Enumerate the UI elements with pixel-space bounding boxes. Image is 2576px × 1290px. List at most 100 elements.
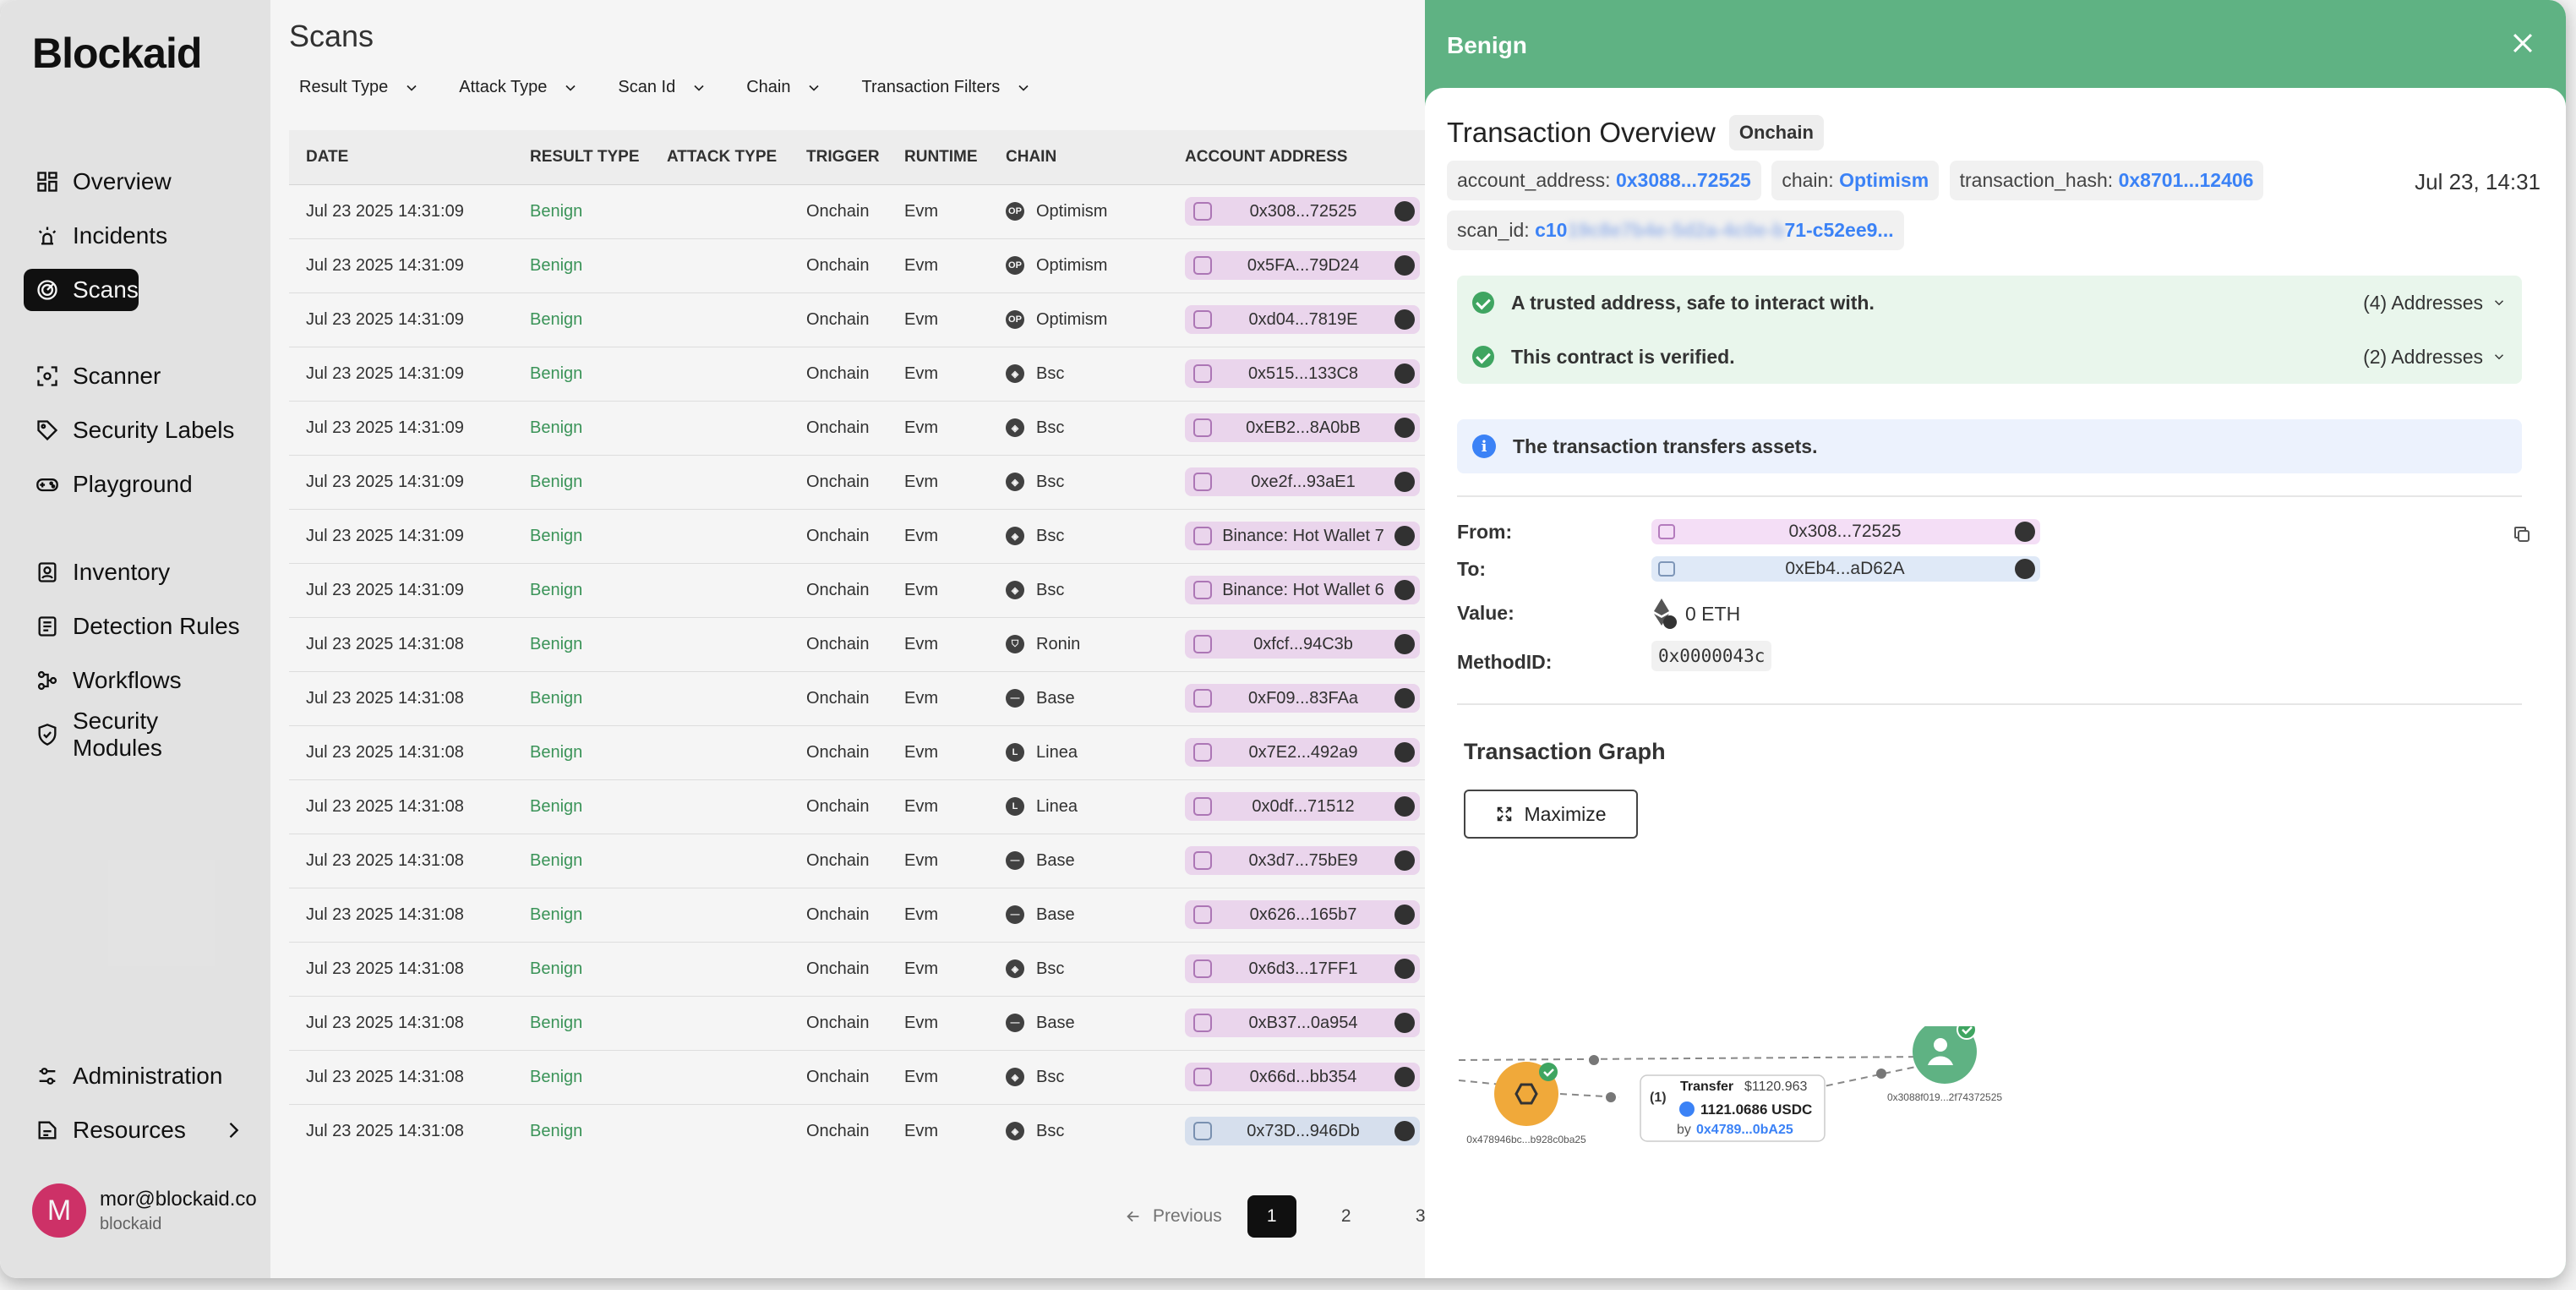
brand-logo[interactable]: Blockaid xyxy=(32,29,202,78)
user-profile[interactable]: M mor@blockaid.co blockaid xyxy=(32,1183,257,1238)
edge-dot xyxy=(1876,1069,1886,1079)
runtime-cell: Evm xyxy=(887,617,989,672)
address-pill[interactable]: 0xF09...83FAa xyxy=(1185,684,1420,713)
transaction-graph[interactable]: 0x478946bc...b928c0ba25 (1) Transfer $11… xyxy=(1459,1026,2101,1278)
nav-item-overview[interactable]: Overview xyxy=(24,161,257,203)
to-address-pill[interactable]: 0xEb4...aD62A xyxy=(1651,556,2040,582)
optimism-chain-icon xyxy=(2014,559,2035,579)
maximize-button[interactable]: Maximize xyxy=(1464,790,1638,839)
target-node[interactable]: 0x3088f019...2f74372525 xyxy=(1887,1026,2002,1103)
edge-top xyxy=(1459,1056,1933,1061)
address-pill[interactable]: 0xB37...0a954 xyxy=(1185,1008,1420,1037)
nav-item-administration[interactable]: Administration xyxy=(24,1055,257,1097)
transfer-node[interactable]: (1) Transfer $1120.963 1121.0686 USDC by… xyxy=(1640,1074,1826,1142)
address-pill[interactable]: Binance: Hot Wallet 6 xyxy=(1185,576,1420,604)
filter-result-type[interactable]: Result Type xyxy=(299,78,420,97)
page-2-button[interactable]: 2 xyxy=(1322,1195,1371,1238)
address-pill[interactable]: 0x73D...946Db xyxy=(1185,1117,1420,1145)
filter-chain[interactable]: Chain xyxy=(746,78,822,97)
account-address-cell[interactable]: 0xfcf...94C3b xyxy=(1168,617,1447,672)
address-pill[interactable]: 0x626...165b7 xyxy=(1185,900,1420,929)
account-address-link[interactable]: 0x3088...72525 xyxy=(1616,169,1751,191)
transaction-hash-link[interactable]: 0x8701...12406 xyxy=(2119,169,2254,191)
column-header[interactable]: CHAIN xyxy=(989,130,1168,185)
nav-item-workflows[interactable]: Workflows xyxy=(24,659,257,702)
nav-item-scanner[interactable]: Scanner xyxy=(24,355,257,397)
transfer-usd: $1120.963 xyxy=(1744,1080,1808,1094)
from-row: From: 0x308...72525 xyxy=(1457,519,2040,544)
account-address-cell[interactable]: 0x5FA...79D24 xyxy=(1168,238,1447,293)
column-header[interactable]: ACCOUNT ADDRESS xyxy=(1168,130,1447,185)
account-address-cell[interactable]: 0x7E2...492a9 xyxy=(1168,725,1447,780)
address-text: 0x3d7...75bE9 xyxy=(1248,850,1358,870)
account-address-cell[interactable]: 0x6d3...17FF1 xyxy=(1168,942,1447,997)
address-pill[interactable]: 0x5FA...79D24 xyxy=(1185,251,1420,280)
chain-badge-icon xyxy=(1394,1013,1415,1033)
nav-item-detection-rules[interactable]: Detection Rules xyxy=(24,605,257,648)
address-pill[interactable]: 0x6d3...17FF1 xyxy=(1185,954,1420,983)
nav-item-security-labels[interactable]: Security Labels xyxy=(24,409,257,451)
addresses-dropdown[interactable]: (2) Addresses xyxy=(2363,346,2507,369)
column-header[interactable]: ATTACK TYPE xyxy=(650,130,789,185)
copy-icon[interactable] xyxy=(2512,524,2532,544)
metadata-chips: account_address: 0x3088...72525 chain: O… xyxy=(1447,161,2546,260)
account-address-cell[interactable]: Binance: Hot Wallet 7 xyxy=(1168,509,1447,564)
address-pill[interactable]: 0xfcf...94C3b xyxy=(1185,630,1420,659)
from-value[interactable]: 0x308...72525 xyxy=(1651,519,2040,544)
account-address-cell[interactable]: 0xB37...0a954 xyxy=(1168,996,1447,1051)
chain-badge-icon xyxy=(1394,905,1415,925)
account-address-cell[interactable]: 0xEB2...8A0bB xyxy=(1168,401,1447,456)
source-node[interactable]: 0x478946bc...b928c0ba25 xyxy=(1466,1062,1586,1145)
column-header[interactable]: RESULT TYPE xyxy=(513,130,650,185)
account-address-cell[interactable]: 0x308...72525 xyxy=(1168,184,1447,239)
address-pill[interactable]: Binance: Hot Wallet 7 xyxy=(1185,522,1420,550)
addresses-dropdown[interactable]: (4) Addresses xyxy=(2363,292,2507,314)
column-header[interactable]: RUNTIME xyxy=(887,130,989,185)
account-address-cell[interactable]: 0x66d...bb354 xyxy=(1168,1050,1447,1105)
nav-item-playground[interactable]: Playground xyxy=(24,463,257,506)
column-header[interactable]: TRIGGER xyxy=(789,130,887,185)
filter-attack-type[interactable]: Attack Type xyxy=(459,78,579,97)
close-icon[interactable] xyxy=(2508,29,2537,57)
verdict-text: This contract is verified. xyxy=(1511,345,1735,368)
chain-link[interactable]: Optimism xyxy=(1839,169,1929,191)
address-pill[interactable]: 0x66d...bb354 xyxy=(1185,1063,1420,1091)
nav-item-incidents[interactable]: Incidents xyxy=(24,215,257,257)
address-text: 0xe2f...93aE1 xyxy=(1251,472,1356,491)
to-value[interactable]: 0xEb4...aD62A xyxy=(1651,556,2040,582)
account-address-cell[interactable]: 0xe2f...93aE1 xyxy=(1168,455,1447,510)
address-pill[interactable]: 0x0df...71512 xyxy=(1185,792,1420,821)
filter-transaction-filters[interactable]: Transaction Filters xyxy=(861,78,1032,97)
address-pill[interactable]: 0xe2f...93aE1 xyxy=(1185,467,1420,496)
address-pill[interactable]: 0x3d7...75bE9 xyxy=(1185,846,1420,875)
column-header[interactable]: DATE xyxy=(289,130,513,185)
address-pill[interactable]: 0x7E2...492a9 xyxy=(1185,738,1420,767)
account-address-cell[interactable]: 0x515...133C8 xyxy=(1168,347,1447,402)
scan-id-link[interactable]: c1019c8e7b4e-5d2a-4c0e-b71-c52ee9... xyxy=(1535,219,1894,241)
filter-scan-id[interactable]: Scan Id xyxy=(618,78,707,97)
nav-item-resources[interactable]: Resources xyxy=(24,1109,257,1151)
by-address-link[interactable]: 0x4789...0bA25 xyxy=(1696,1123,1793,1137)
account-address-cell[interactable]: 0xd04...7819E xyxy=(1168,292,1447,347)
address-pill[interactable]: 0x515...133C8 xyxy=(1185,359,1420,388)
chain-badge-icon xyxy=(1394,959,1415,979)
account-address-cell[interactable]: 0xF09...83FAa xyxy=(1168,671,1447,726)
account-address-cell[interactable]: 0x626...165b7 xyxy=(1168,888,1447,943)
address-pill[interactable]: 0xEB2...8A0bB xyxy=(1185,413,1420,442)
address-pill[interactable]: 0x308...72525 xyxy=(1185,197,1420,226)
account-address-cell[interactable]: Binance: Hot Wallet 6 xyxy=(1168,563,1447,618)
result-type-cell: Benign xyxy=(513,779,650,834)
nav-item-security-modules[interactable]: Security Modules xyxy=(24,708,257,761)
chain-badge-icon xyxy=(1394,688,1415,708)
nav-item-scans[interactable]: Scans xyxy=(24,269,139,311)
account-address-cell[interactable]: 0x73D...946Db xyxy=(1168,1104,1447,1150)
nav-item-inventory[interactable]: Inventory xyxy=(24,551,257,593)
from-address-pill[interactable]: 0x308...72525 xyxy=(1651,519,2040,544)
account-address-cell[interactable]: 0x0df...71512 xyxy=(1168,779,1447,834)
previous-button[interactable]: Previous xyxy=(1124,1206,1222,1227)
chain-badge-icon xyxy=(1394,742,1415,763)
address-pill[interactable]: 0xd04...7819E xyxy=(1185,305,1420,334)
account-address-cell[interactable]: 0x3d7...75bE9 xyxy=(1168,834,1447,888)
chain-badge-icon xyxy=(1394,309,1415,330)
page-1-button[interactable]: 1 xyxy=(1247,1195,1296,1238)
